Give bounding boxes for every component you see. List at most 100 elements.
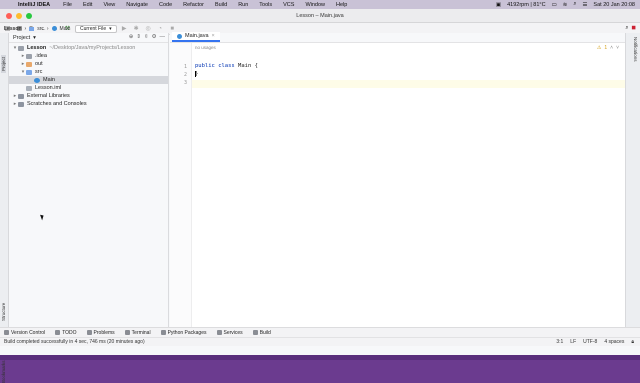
project-panel-header: Project ▾ ⊕ ⇕ ⇳ ⚙ — <box>9 33 168 43</box>
menu-view[interactable]: View <box>103 2 115 8</box>
tree-item-lesson-iml[interactable]: Lesson.iml <box>9 84 168 92</box>
keyword: class <box>218 63 235 69</box>
breadcrumb-item[interactable]: Lesson <box>4 26 22 32</box>
tool-label: Terminal <box>131 329 151 336</box>
menu-code[interactable]: Code <box>159 2 172 8</box>
clock[interactable]: Sat 20 Jan 20:08 <box>593 2 635 8</box>
version-control-tool[interactable]: Version Control <box>4 330 45 336</box>
breadcrumb-item[interactable]: src <box>37 26 44 32</box>
left-tool-strip: Project Structure Bookmarks <box>0 33 9 383</box>
tool-label: Services <box>223 329 243 336</box>
ide-logo-icon[interactable]: ◼ <box>631 25 636 32</box>
run-configuration-select[interactable]: Current File ▾ <box>75 24 117 33</box>
menu-help[interactable]: Help <box>336 2 347 8</box>
editor-area: Main.java × 1 2 3 no usages public class… <box>170 32 625 327</box>
tree-item-out[interactable]: ▸ out <box>9 60 168 68</box>
bookmarks-tool-button[interactable]: Bookmarks <box>1 360 6 383</box>
bottom-tool-bar: Version Control TODO Problems Terminal P… <box>0 327 640 337</box>
menu-window[interactable]: Window <box>305 2 325 8</box>
project-path: ~/Desktop/Java/myProjects/Lesson <box>49 45 136 51</box>
menu-vcs[interactable]: VCS <box>283 2 294 8</box>
library-icon <box>18 93 24 99</box>
tree-item-label: Lesson.iml <box>35 85 62 91</box>
chevron-up-icon[interactable]: ˄ <box>610 45 613 51</box>
battery-icon[interactable]: ▭ <box>552 2 557 8</box>
tree-item-src[interactable]: ▾ src <box>9 68 168 76</box>
breadcrumb-item[interactable]: Main <box>60 26 71 32</box>
lock-icon[interactable]: 🔒︎ <box>631 339 634 345</box>
inlay-hint[interactable]: no usages <box>195 45 216 50</box>
line-number: 2 <box>183 72 187 78</box>
editor-tabs: Main.java × <box>170 32 625 43</box>
todo-tool[interactable]: TODO <box>55 330 77 336</box>
title-bar: Lesson – Main.java <box>0 9 640 23</box>
todo-icon <box>55 330 61 335</box>
menu-navigate[interactable]: Navigate <box>126 2 148 8</box>
profile-icon[interactable]: ◔ <box>156 25 165 33</box>
window-title: Lesson – Main.java <box>296 12 344 19</box>
right-tool-strip: Notifications <box>625 33 640 327</box>
run-config-label: Current File <box>80 25 107 32</box>
status-message[interactable]: Build completed successfully in 4 sec, 7… <box>4 339 145 345</box>
project-panel-title[interactable]: Project <box>13 35 30 41</box>
close-window-button[interactable] <box>6 12 12 19</box>
inspection-indicator[interactable]: ⚠ 1 ˄ ˅ <box>597 45 619 51</box>
problems-tool[interactable]: Problems <box>86 329 115 336</box>
cpu-readout[interactable]: 4192rpm | 81°C <box>507 2 545 8</box>
caret-position[interactable]: 3:1 <box>556 339 563 345</box>
tree-item-main[interactable]: Main <box>9 76 168 84</box>
coverage-icon[interactable]: ◎ <box>144 25 153 33</box>
zoom-window-button[interactable] <box>26 12 32 19</box>
scratch-icon <box>18 101 24 107</box>
macos-menubar: IntelliJ IDEA File Edit View Navigate Co… <box>0 0 640 9</box>
line-separator[interactable]: LF <box>570 339 576 345</box>
code-line[interactable]: public class Main { <box>195 63 258 71</box>
minimize-window-button[interactable] <box>16 12 22 19</box>
python-packages-tool[interactable]: Python Packages <box>160 330 207 336</box>
project-panel: Project ▾ ⊕ ⇕ ⇳ ⚙ — ▾ Lesson ~/Desktop/Jav… <box>9 33 169 327</box>
tool-label: Problems <box>93 329 115 336</box>
menu-file[interactable]: File <box>63 2 72 8</box>
menu-refactor[interactable]: Refactor <box>183 2 204 8</box>
menu-intellij[interactable]: IntelliJ IDEA <box>18 2 50 8</box>
search-everywhere-icon[interactable]: ⌕ <box>625 25 628 32</box>
wifi-icon[interactable]: ≋ <box>563 2 568 8</box>
notifications-tool-button[interactable]: Notifications <box>633 37 638 62</box>
warning-count: 1 <box>604 45 608 51</box>
structure-tool-button[interactable]: Structure <box>1 303 6 321</box>
tree-item-external-libraries[interactable]: ▸ External Libraries <box>9 92 168 100</box>
tab-main-java[interactable]: Main.java × <box>172 32 220 42</box>
build-tool[interactable]: Build <box>252 330 271 336</box>
tree-item-label: src <box>35 69 43 75</box>
services-tool[interactable]: Services <box>216 329 243 336</box>
java-class-icon <box>177 33 182 39</box>
gear-icon[interactable]: ⚙ <box>152 34 157 40</box>
chevron-down-icon[interactable]: ˅ <box>616 45 619 51</box>
run-icon[interactable]: ▶ <box>120 25 129 33</box>
tree-item-idea[interactable]: ▸ .idea <box>9 52 168 60</box>
chevron-right-icon: › <box>46 25 49 32</box>
search-icon[interactable]: ⌕ <box>573 1 576 8</box>
indent-setting[interactable]: 4 spaces <box>604 339 624 345</box>
project-tool-button[interactable]: Project <box>1 54 6 73</box>
locate-icon[interactable]: ⊕ <box>129 34 134 40</box>
terminal-tool[interactable]: Terminal <box>124 329 151 336</box>
control-center-icon[interactable]: ☰ <box>582 2 587 8</box>
tree-item-lesson[interactable]: ▾ Lesson ~/Desktop/Java/myProjects/Lesson <box>9 44 168 52</box>
debug-icon[interactable]: ✱ <box>132 25 141 33</box>
minimize-icon[interactable]: — <box>160 34 166 40</box>
menu-run[interactable]: Run <box>238 2 248 8</box>
chevron-down-icon: ▾ <box>109 25 112 32</box>
screen-record-icon[interactable]: ▣ <box>496 2 501 8</box>
close-icon[interactable]: × <box>212 33 215 39</box>
file-encoding[interactable]: UTF-8 <box>583 339 597 345</box>
tree-item-scratches-and-consoles[interactable]: ▸ Scratches and Consoles <box>9 100 168 108</box>
expand-all-icon[interactable]: ⇕ <box>136 34 141 40</box>
menu-edit[interactable]: Edit <box>83 2 92 8</box>
breadcrumb: Lesson › src › Main <box>0 24 70 33</box>
collapse-all-icon[interactable]: ⇳ <box>144 34 149 40</box>
menu-build[interactable]: Build <box>215 2 227 8</box>
chevron-down-icon[interactable]: ▾ <box>33 35 36 41</box>
menu-tools[interactable]: Tools <box>259 2 272 8</box>
chevron-right-icon: › <box>24 25 27 32</box>
